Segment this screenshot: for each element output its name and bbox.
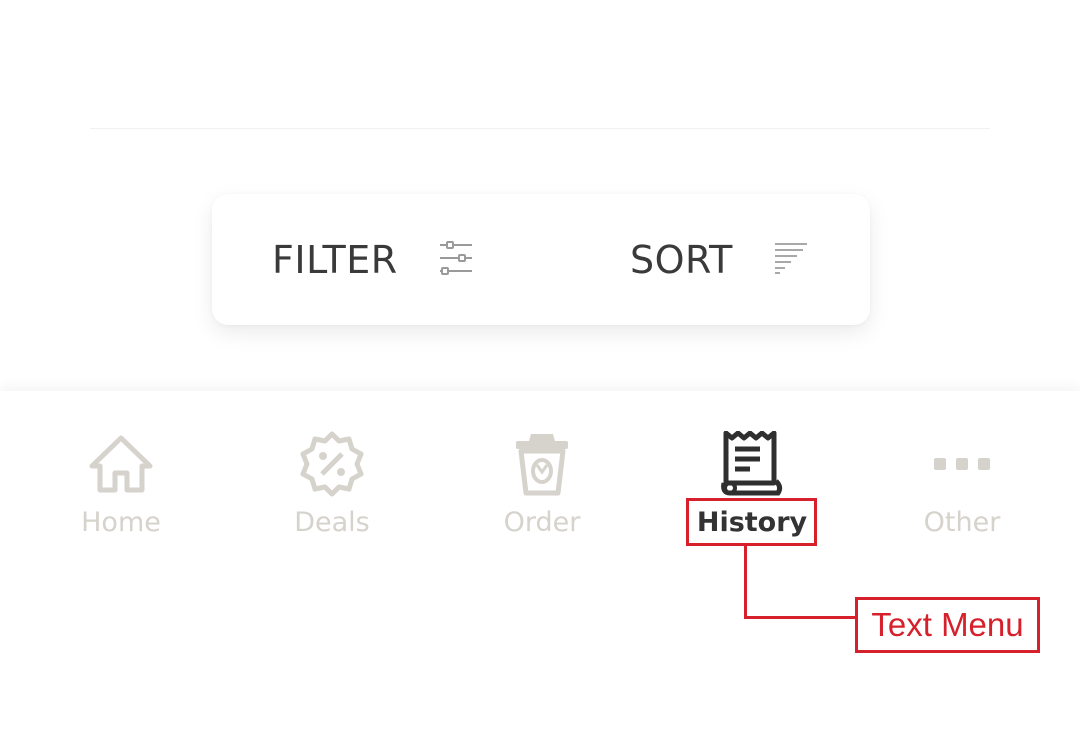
nav-label-order: Order [503,507,581,538]
annotation-highlight-box [686,498,817,546]
sort-label: SORT [630,237,733,282]
discount-badge-icon [298,429,366,499]
nav-item-other[interactable]: Other [872,429,1052,549]
sort-button[interactable]: SORT [630,194,809,325]
nav-item-order[interactable]: Order [452,429,632,549]
nav-label-deals: Deals [294,507,370,538]
filter-sort-toolbar: FILTER SORT [212,194,870,325]
nav-label-home: Home [81,507,161,538]
receipt-scroll-icon [720,429,784,499]
top-divider [90,128,990,129]
bottom-navigation: Home Deals Order History Other [0,391,1080,748]
annotation-callout-label: Text Menu [871,606,1024,643]
annotation-connector-vertical [744,546,747,619]
annotation-connector-horizontal [744,616,856,619]
sliders-icon [438,239,474,281]
nav-label-other: Other [923,507,1001,538]
nav-item-home[interactable]: Home [31,429,211,549]
coffee-cup-icon [511,429,573,499]
sort-lines-icon [773,241,809,279]
home-icon [87,429,155,499]
annotation-callout: Text Menu [855,597,1040,653]
filter-button[interactable]: FILTER [272,194,474,325]
more-dots-icon [932,429,992,499]
nav-item-deals[interactable]: Deals [242,429,422,549]
filter-label: FILTER [272,237,398,282]
